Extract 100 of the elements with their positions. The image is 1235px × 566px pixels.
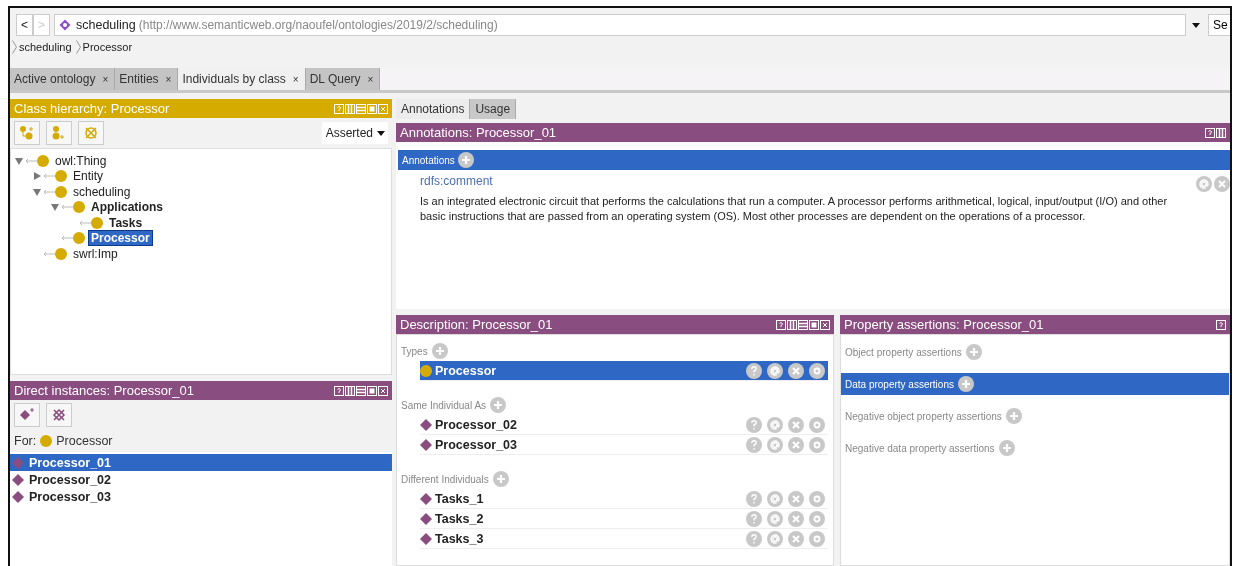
close-icon[interactable] [378, 385, 388, 396]
add-subclass-icon [19, 125, 35, 141]
tree-item[interactable]: scheduling [71, 184, 133, 199]
add-subclass-button[interactable] [14, 121, 40, 145]
tab[interactable]: Annotations [396, 99, 471, 119]
panel-title: Class hierarchy: Processor [14, 101, 171, 116]
tree-item[interactable]: Tasks [107, 215, 145, 230]
maximize-icon[interactable] [367, 385, 377, 396]
close-icon[interactable] [820, 319, 830, 330]
connector-icon [59, 234, 73, 243]
add-individual-icon [19, 407, 35, 423]
assertion-section[interactable]: Negative data property assertions [841, 437, 1229, 459]
search-button[interactable]: Se [1208, 14, 1230, 36]
delete-icon [51, 407, 67, 423]
connector-icon [59, 203, 73, 212]
class-icon [73, 201, 85, 214]
expanded-icon[interactable] [15, 156, 23, 165]
instance-item[interactable]: Processor_02 [10, 471, 392, 488]
panel-title: Property assertions: Processor_01 [844, 317, 1045, 332]
minimize-icon[interactable] [798, 319, 808, 330]
section-title: Different Individuals [401, 473, 489, 485]
maximize-icon[interactable] [809, 319, 819, 330]
minimize-icon[interactable] [356, 385, 366, 396]
split-icon[interactable] [345, 385, 355, 396]
split-icon[interactable] [1216, 127, 1226, 138]
annotation-value: Is an integrated electronic circuit that performs the calculations that run a computer. A processor performs arithmetical, logical, input/output (I/O) and other basic instructions that are passed from an operating system (OS). Most other processes are dependent on the operations of a processor. [420, 194, 1169, 224]
tab[interactable]: Individuals by class × [178, 68, 306, 90]
individual-icon [12, 456, 24, 469]
delete-icon[interactable] [788, 362, 804, 379]
annotation-property[interactable]: rdfs:comment [420, 174, 1192, 188]
panel-title: Annotations: Processor_01 [400, 125, 558, 140]
class-icon [40, 435, 53, 447]
chevron-icon [75, 40, 81, 54]
tree-item[interactable]: swrl:Imp [71, 246, 120, 261]
help-icon[interactable] [776, 319, 786, 330]
connector-icon [23, 156, 37, 165]
connector-icon [77, 218, 91, 227]
dropdown-caret-icon[interactable] [1192, 22, 1200, 28]
individual-icon [420, 438, 432, 451]
description-item[interactable]: Processor [420, 361, 828, 381]
collapsed-icon[interactable] [33, 172, 41, 181]
expanded-icon[interactable] [51, 203, 59, 212]
breadcrumb-item[interactable]: Processor [82, 41, 133, 53]
tab[interactable]: Entities × [115, 68, 179, 90]
individual-icon [420, 512, 432, 525]
class-icon [55, 247, 67, 260]
class-icon [91, 216, 103, 229]
section-title: Types [401, 345, 428, 357]
add-icon[interactable] [957, 376, 974, 392]
tree-item[interactable]: Entity [71, 169, 105, 184]
tree-item[interactable]: Applications [89, 200, 165, 215]
class-icon [55, 170, 67, 183]
for-label: For: [14, 434, 37, 448]
assertion-section[interactable]: Data property assertions [841, 373, 1229, 395]
help-icon[interactable] [1216, 319, 1226, 330]
ontology-icon [59, 19, 71, 31]
add-sibling-button[interactable] [46, 121, 72, 145]
class-name: Processor [56, 434, 113, 448]
help-icon[interactable] [746, 362, 762, 379]
chevron-icon [12, 40, 17, 54]
help-icon[interactable] [1205, 127, 1215, 138]
panel-title: Direct instances: Processor_01 [14, 383, 195, 398]
breadcrumb-item[interactable]: scheduling [19, 41, 72, 53]
individual-icon [420, 492, 432, 505]
individual-icon [12, 490, 24, 503]
expanded-icon[interactable] [33, 187, 41, 196]
individual-icon [420, 532, 432, 545]
connector-icon [41, 249, 55, 258]
class-icon [55, 185, 67, 198]
add-individual-button[interactable] [14, 403, 40, 427]
panel-title: Description: Processor_01 [400, 317, 554, 332]
instance-item[interactable]: Processor_03 [10, 488, 392, 505]
delete-button[interactable] [46, 403, 72, 427]
tree-item[interactable]: Processor [89, 231, 152, 246]
section-title: Same Individual As [401, 399, 487, 411]
split-icon[interactable] [787, 319, 797, 330]
class-icon [420, 364, 432, 377]
add-sibling-icon [51, 125, 67, 141]
individual-icon [420, 418, 432, 431]
instance-item[interactable]: Processor_01 [10, 454, 392, 471]
tab[interactable]: Active ontology × [10, 68, 116, 90]
ontology-field[interactable]: scheduling (http://www.semanticweb.org/naoufel/ontologies/2019/2/scheduling) [54, 14, 1186, 36]
connector-icon [41, 172, 55, 181]
delete-icon [83, 125, 99, 141]
tree-item[interactable]: owl:Thing [53, 153, 109, 168]
individual-icon [12, 473, 24, 486]
back-button[interactable]: < [16, 14, 33, 36]
annotate-icon[interactable] [767, 362, 783, 379]
tab[interactable]: Usage [470, 99, 517, 119]
caret-icon [377, 130, 385, 136]
help-icon[interactable] [334, 385, 344, 396]
assertion-section[interactable]: Object property assertions [841, 341, 1229, 363]
mode-dropdown[interactable]: Asserted [321, 122, 388, 144]
view-icon[interactable] [809, 362, 825, 379]
section-title: Annotations [402, 154, 455, 166]
assertion-section[interactable]: Negative object property assertions [841, 405, 1229, 427]
connector-icon [41, 187, 55, 196]
tab[interactable]: DL Query × [305, 68, 381, 90]
class-icon [37, 154, 49, 167]
add-icon[interactable] [457, 152, 474, 168]
